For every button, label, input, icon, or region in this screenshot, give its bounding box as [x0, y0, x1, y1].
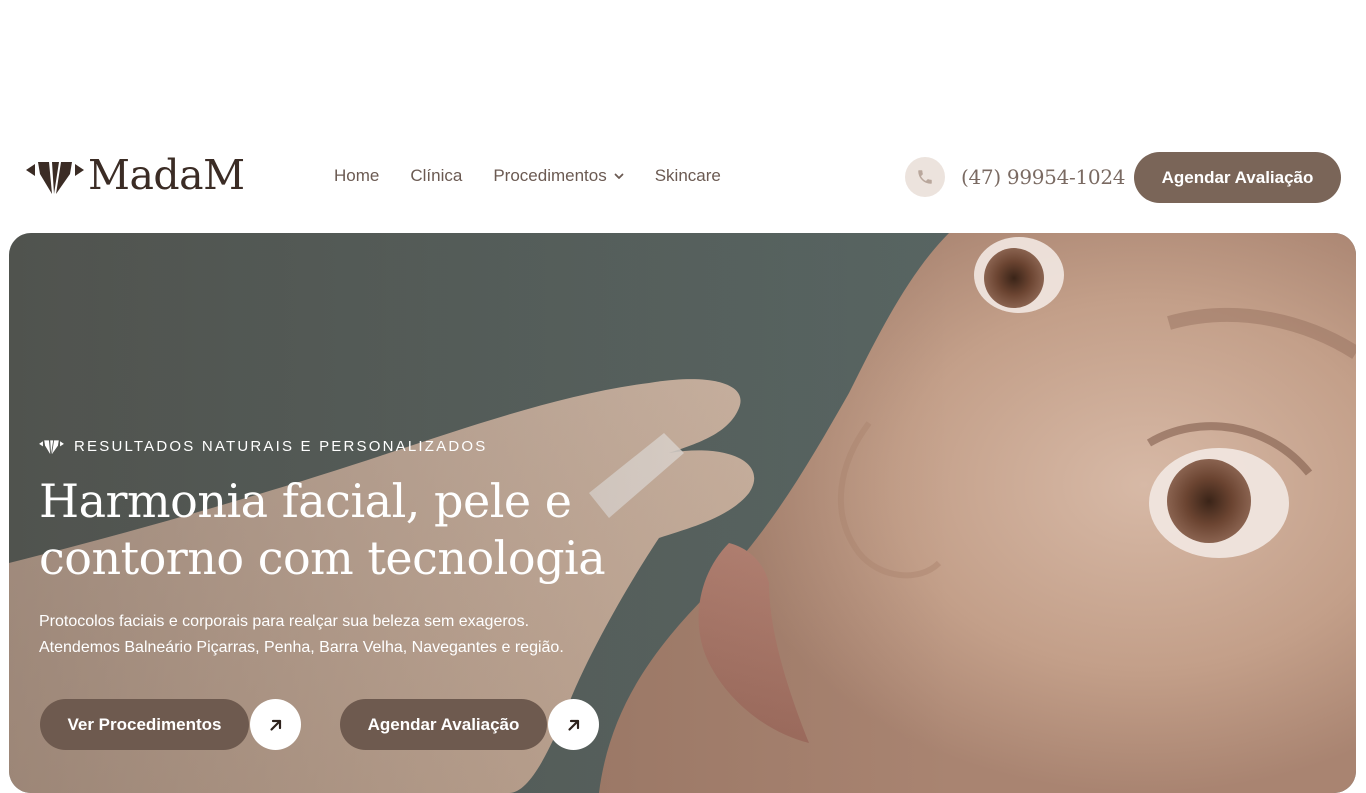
nav-item-clinica[interactable]: Clínica [410, 166, 462, 186]
nav-item-label: Skincare [654, 166, 721, 185]
nav-item-skincare[interactable]: Skincare [655, 166, 721, 186]
phone-number: (47) 99954-1024 [961, 165, 1126, 189]
eyebrow-text: RESULTADOS NATURAIS E PERSONALIZADOS [74, 437, 488, 455]
view-procedures-button[interactable]: Ver Procedimentos [40, 699, 301, 750]
brand-logo[interactable]: MadaM [26, 154, 245, 196]
hero-section: RESULTADOS NATURAIS E PERSONALIZADOS Har… [9, 233, 1356, 793]
button-label: Agendar Avaliação [1161, 167, 1314, 187]
nav-item-procedimentos[interactable]: Procedimentos [493, 166, 624, 186]
hero-title-line-1: Harmonia facial, pele e [39, 474, 572, 528]
hero-schedule-evaluation-pill[interactable]: Agendar Avaliação [340, 699, 547, 750]
hero-schedule-evaluation-button[interactable]: Agendar Avaliação [340, 699, 599, 750]
button-label: Ver Procedimentos [67, 714, 222, 734]
arrow-up-right-icon [269, 719, 281, 731]
phone-icon-badge [905, 157, 945, 197]
schedule-evaluation-button[interactable]: Agendar Avaliação [1134, 152, 1341, 203]
hero-subtitle: Protocolos faciais e corporais para real… [39, 609, 679, 661]
view-procedures-pill[interactable]: Ver Procedimentos [40, 699, 249, 750]
hero-subtitle-line-1: Protocolos faciais e corporais para real… [39, 613, 530, 630]
nav-item-home[interactable]: Home [334, 166, 379, 186]
hero-schedule-arrow-button[interactable] [548, 699, 599, 750]
chevron-down-icon [614, 173, 624, 179]
hero-subtitle-line-2: Atendemos Balneário Piçarras, Penha, Bar… [39, 639, 564, 656]
site-header: MadaM Home Clínica Procedimentos Skincar… [0, 130, 1366, 225]
nav-item-label: Home [334, 166, 380, 185]
diamond-logo-icon [39, 440, 64, 455]
arrow-up-right-icon [567, 719, 579, 731]
phone-icon [918, 170, 932, 184]
button-label: Agendar Avaliação [367, 714, 520, 734]
brand-name: MadaM [88, 150, 245, 199]
nav-item-label: Procedimentos [493, 166, 607, 185]
diamond-logo-icon [26, 162, 84, 194]
hero-eyebrow: RESULTADOS NATURAIS E PERSONALIZADOS [39, 437, 487, 455]
nav-item-label: Clínica [410, 166, 463, 185]
hero-title: Harmonia facial, pele e contorno com tec… [39, 473, 679, 587]
view-procedures-arrow-button[interactable] [250, 699, 301, 750]
main-nav: Home Clínica Procedimentos Skincare [334, 166, 752, 186]
hero-title-line-2: contorno com tecnologia [39, 531, 606, 585]
phone-contact[interactable]: (47) 99954-1024 [905, 157, 1126, 197]
